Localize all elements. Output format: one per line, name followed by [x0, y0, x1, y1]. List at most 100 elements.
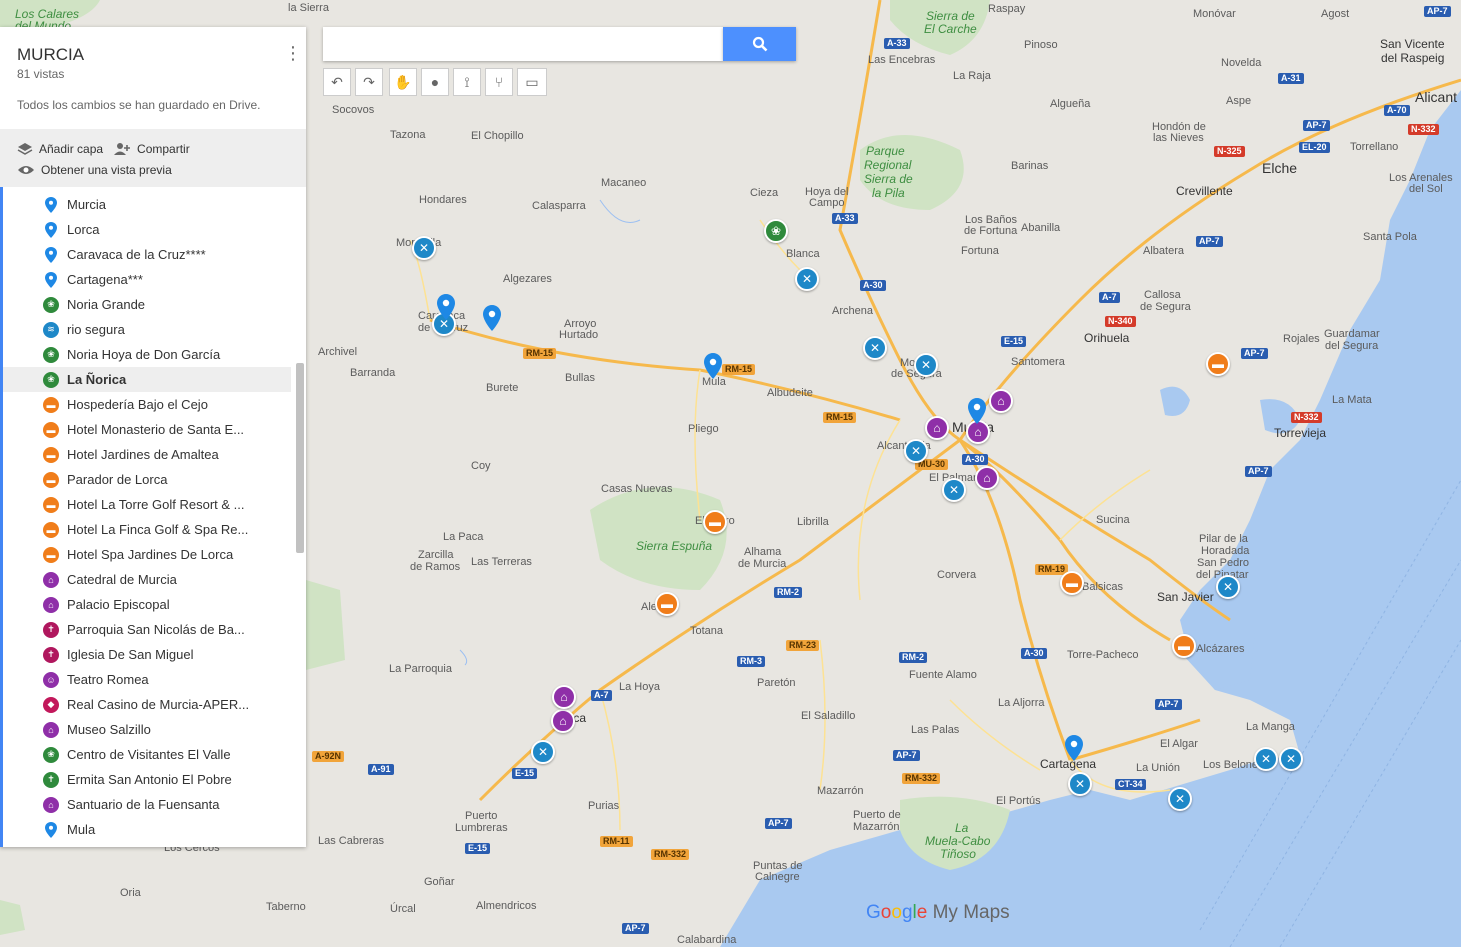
undo-button[interactable]: ↶: [323, 68, 351, 96]
place-label: Hondares: [419, 194, 467, 206]
monument-marker[interactable]: ⌂: [989, 389, 1013, 413]
location-pin-icon[interactable]: [437, 294, 455, 320]
add-layer-label: Añadir capa: [39, 141, 104, 156]
hotel-marker[interactable]: ▬: [1172, 634, 1196, 658]
layer-item[interactable]: ◆ Real Casino de Murcia-APER...: [3, 692, 306, 717]
layer-item-label: Hotel La Torre Golf Resort & ...: [67, 497, 245, 512]
layer-item[interactable]: ⌂ Museo Salzillo: [3, 717, 306, 742]
layer-item[interactable]: ❀ La Ñorica: [3, 367, 291, 392]
layer-item[interactable]: Cartagena***: [3, 267, 306, 292]
share-button[interactable]: Compartir: [113, 142, 190, 156]
food-marker[interactable]: ✕: [1254, 747, 1278, 771]
layer-item[interactable]: ▬ Parador de Lorca: [3, 467, 306, 492]
place-label: del Segura: [1325, 340, 1379, 352]
location-pin-icon[interactable]: [1065, 735, 1083, 761]
layer-item[interactable]: ▬ Hotel Monasterio de Santa E...: [3, 417, 306, 442]
directions-button[interactable]: ⑂: [485, 68, 513, 96]
place-label: La Hoya: [619, 681, 660, 693]
place-label: Puerto de: [853, 809, 901, 821]
hotel-marker[interactable]: ▬: [1060, 571, 1084, 595]
location-pin-icon[interactable]: [968, 398, 986, 424]
food-marker[interactable]: ✕: [914, 353, 938, 377]
hotel-marker[interactable]: ▬: [655, 592, 679, 616]
park-marker[interactable]: ❀: [764, 219, 788, 243]
layer-item[interactable]: ⌂ Santuario de la Fuensanta: [3, 792, 306, 817]
hand-icon: ✋: [394, 73, 412, 90]
food-marker[interactable]: ✕: [863, 336, 887, 360]
monument-marker[interactable]: ⌂: [925, 416, 949, 440]
layer-item[interactable]: ▬ Hotel Spa Jardines De Lorca: [3, 542, 306, 567]
hotel-marker[interactable]: ▬: [1206, 352, 1230, 376]
food-marker[interactable]: ✕: [904, 439, 928, 463]
layer-item[interactable]: Caravaca de la Cruz****: [3, 242, 306, 267]
measure-button[interactable]: ▭: [517, 68, 547, 96]
place-label: Albatera: [1143, 245, 1184, 257]
place-label: Santomera: [1011, 356, 1065, 368]
place-label: Sierra Espuña: [636, 539, 713, 553]
layer-item[interactable]: ⌂ Palacio Episcopal: [3, 592, 306, 617]
layer-item[interactable]: ▬ Hotel Jardines de Amaltea: [3, 442, 306, 467]
layer-item-label: Parroquia San Nicolás de Ba...: [67, 622, 245, 637]
redo-button[interactable]: ↷: [355, 68, 383, 96]
food-marker[interactable]: ✕: [1168, 787, 1192, 811]
layer-item[interactable]: ✝ Parroquia San Nicolás de Ba...: [3, 617, 306, 642]
layer-item[interactable]: ❀ Noria Grande: [3, 292, 306, 317]
layer-item[interactable]: ≋ rio segura: [3, 317, 306, 342]
place-label: Purias: [588, 800, 620, 812]
pan-tool-button[interactable]: ✋: [389, 68, 417, 96]
place-label: Santa Pola: [1363, 231, 1417, 243]
layer-item[interactable]: ▬ Hospedería Bajo el Cejo: [3, 392, 306, 417]
add-layer-button[interactable]: Añadir capa: [17, 142, 103, 156]
layer-item[interactable]: ✝ Ermita San Antonio El Pobre: [3, 767, 306, 792]
preview-button[interactable]: Obtener una vista previa: [17, 163, 172, 177]
location-pin-icon[interactable]: [483, 305, 501, 331]
layer-item[interactable]: ▬ Hotel La Finca Golf & Spa Re...: [3, 517, 306, 542]
food-marker[interactable]: ✕: [1068, 772, 1092, 796]
google-my-maps-logo: Google My Maps: [866, 902, 1010, 923]
place-label: Socovos: [332, 104, 375, 116]
layer-item[interactable]: ▬ Hotel La Torre Golf Resort & ...: [3, 492, 306, 517]
more-options-button[interactable]: ⋮: [284, 43, 302, 63]
place-label: Oria: [120, 887, 141, 899]
place-label: Fortuna: [961, 245, 999, 257]
place-label: Cieza: [750, 187, 779, 199]
hotel-orange-icon: ▬: [43, 471, 59, 488]
draw-line-button[interactable]: ⟟: [453, 68, 481, 96]
layer-item[interactable]: ❀ Noria Hoya de Don García: [3, 342, 306, 367]
food-marker[interactable]: ✕: [795, 267, 819, 291]
layer-item[interactable]: Lorca: [3, 217, 306, 242]
food-marker[interactable]: ✕: [531, 740, 555, 764]
monument-marker[interactable]: ⌂: [551, 709, 575, 733]
layer-item[interactable]: Mula: [3, 817, 306, 842]
search-button[interactable]: [723, 27, 796, 61]
layer-item[interactable]: ⌂ Catedral de Murcia: [3, 567, 306, 592]
food-marker[interactable]: ✕: [942, 478, 966, 502]
monument-marker[interactable]: ⌂: [552, 685, 576, 709]
add-marker-button[interactable]: ●: [421, 68, 449, 96]
location-pin-icon[interactable]: [704, 353, 722, 379]
layer-item[interactable]: ✝ Iglesia De San Miguel: [3, 642, 306, 667]
place-label: San Pedro: [1197, 557, 1249, 569]
food-marker[interactable]: ✕: [412, 236, 436, 260]
place-label: Calasparra: [532, 200, 586, 212]
layer-item[interactable]: Murcia: [3, 192, 306, 217]
layer-item[interactable]: ☺ Teatro Romea: [3, 667, 306, 692]
map-title[interactable]: MURCIA: [17, 45, 289, 65]
monument-marker[interactable]: ⌂: [975, 466, 999, 490]
search-input[interactable]: [323, 27, 723, 61]
place-label: Sucina: [1096, 514, 1130, 526]
layer-item[interactable]: ❀ Centro de Visitantes El Valle: [3, 742, 306, 767]
place-label: la Pila: [872, 186, 905, 200]
road-shield: RM-332: [651, 849, 690, 860]
food-marker[interactable]: ✕: [1216, 575, 1240, 599]
road-shield: EL-20: [1299, 142, 1330, 153]
place-label: Torre-Pacheco: [1067, 649, 1139, 661]
place-label: La Raja: [953, 70, 991, 82]
place-label: Puerto: [465, 810, 498, 822]
food-marker[interactable]: ✕: [1279, 747, 1303, 771]
list-scrollbar[interactable]: [296, 363, 304, 553]
panel-header: MURCIA 81 vistas Todos los cambios se ha…: [0, 27, 306, 129]
road-shield: E-15: [512, 768, 538, 779]
pin-blue-icon: [43, 221, 59, 238]
hotel-marker[interactable]: ▬: [703, 510, 727, 534]
